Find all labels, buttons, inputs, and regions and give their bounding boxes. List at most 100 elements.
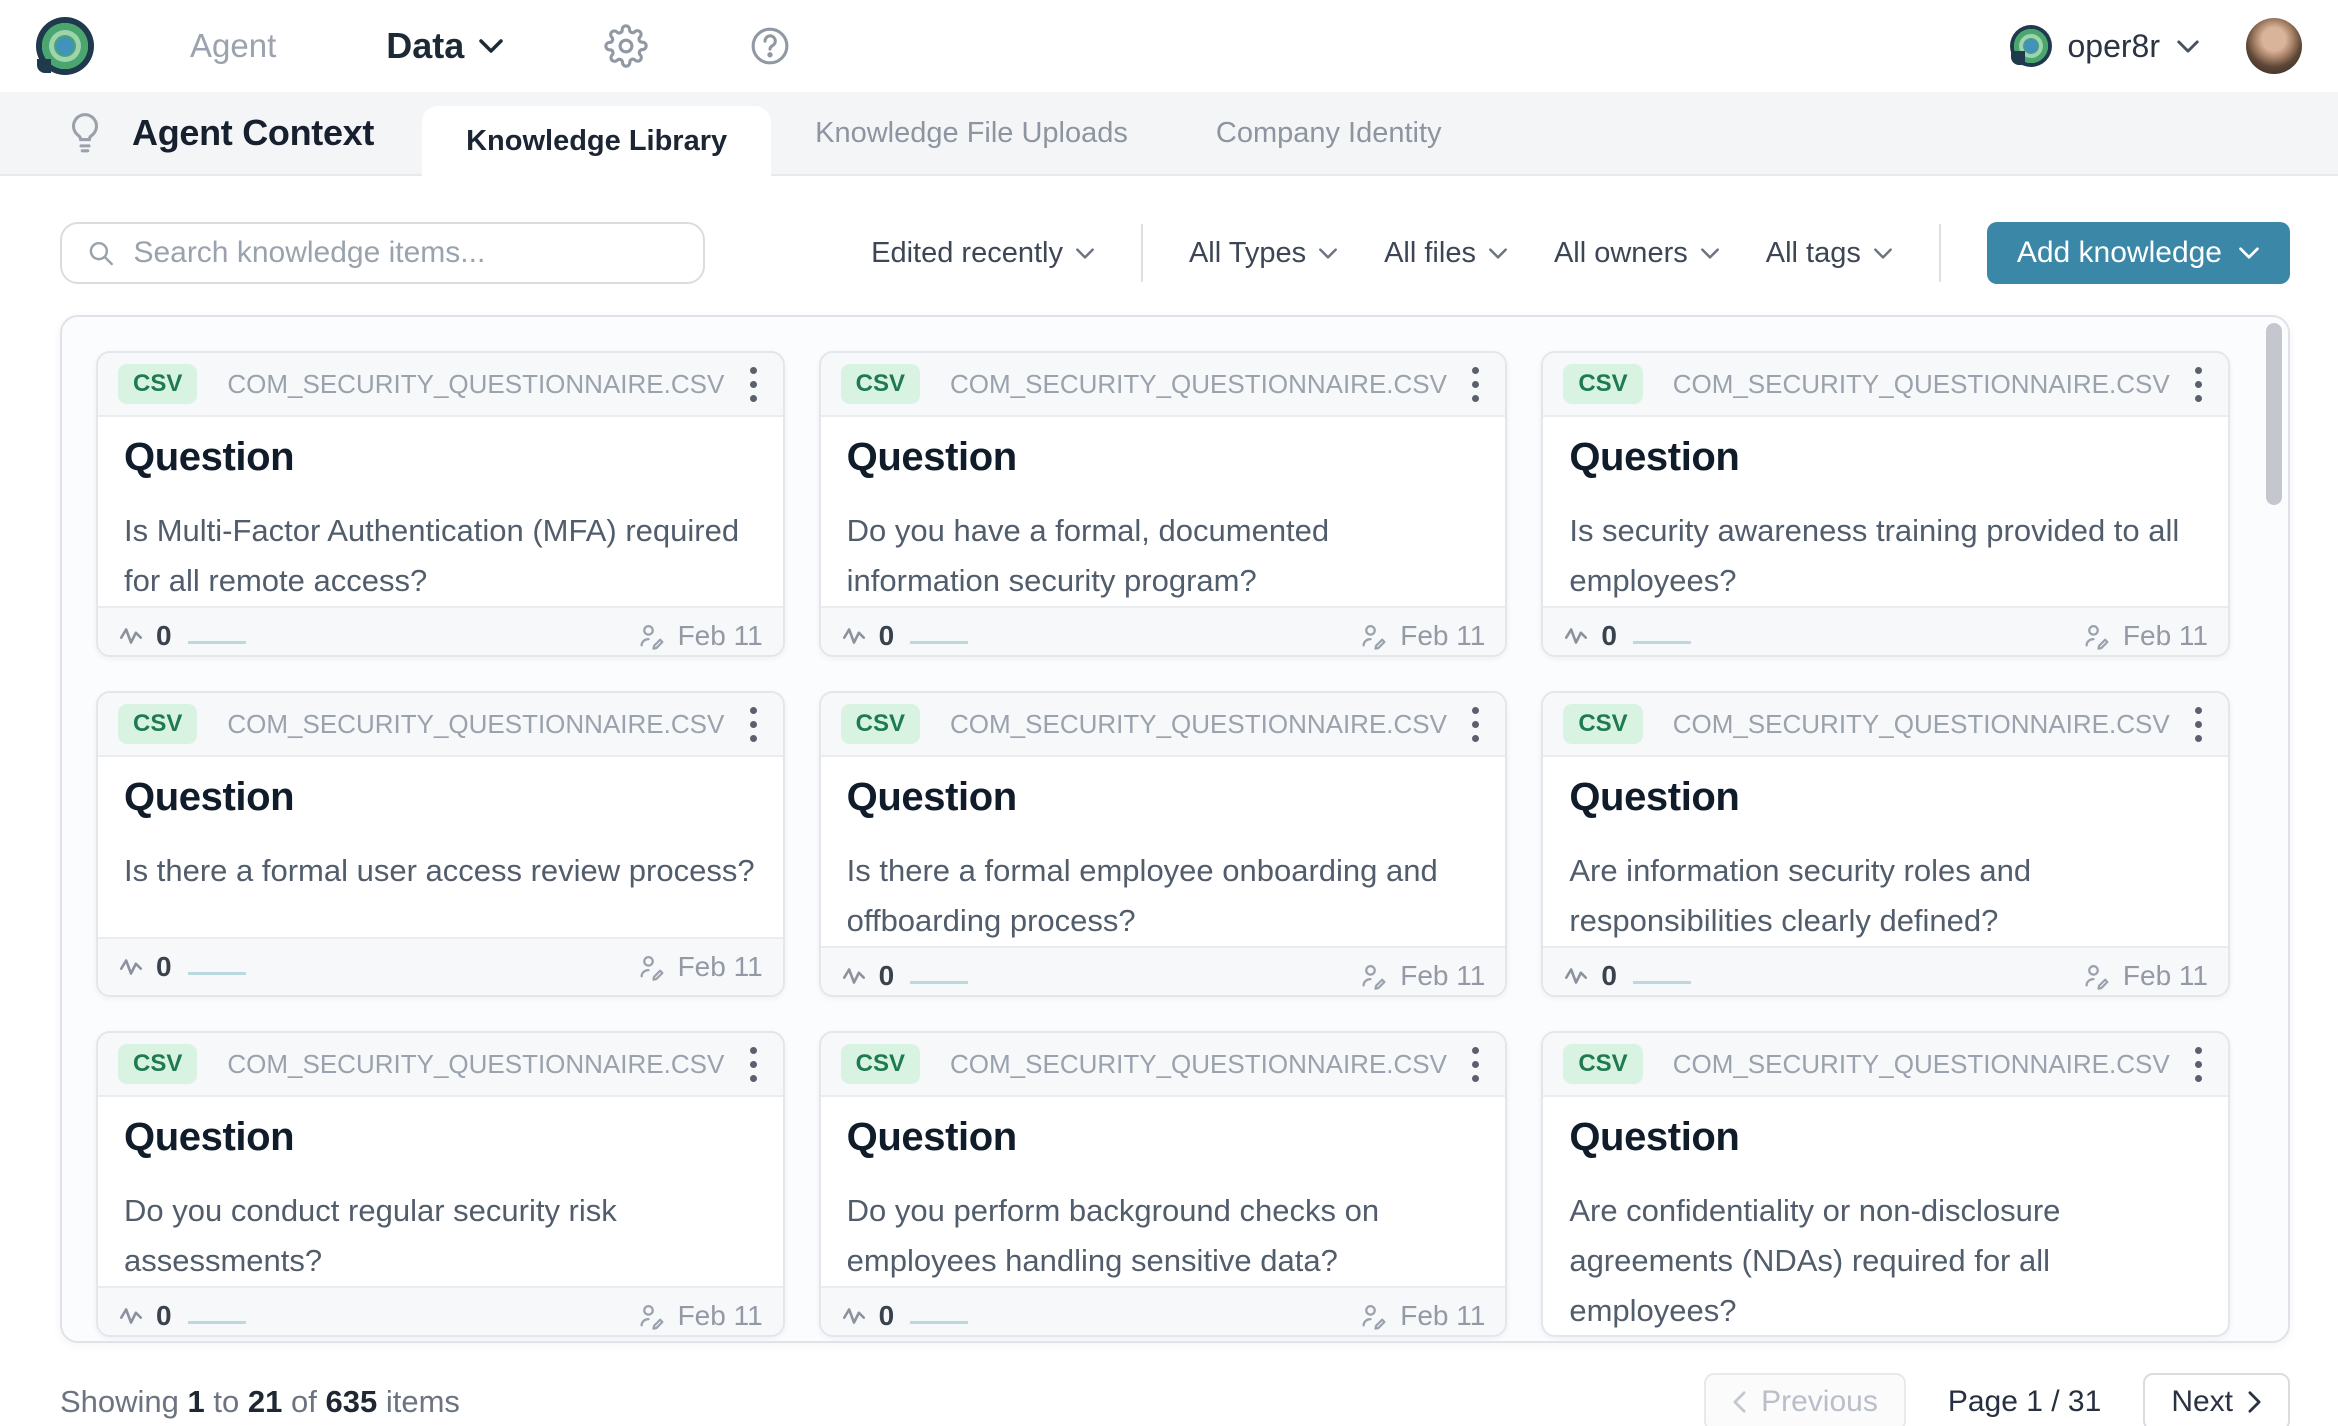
- mini-sparkline: [910, 628, 968, 644]
- card-date: Feb 11: [2123, 620, 2208, 652]
- knowledge-card[interactable]: CSV COM_SECURITY_QUESTIONNAIRE.CSV Quest…: [819, 1031, 1508, 1337]
- card-filename: COM_SECURITY_QUESTIONNAIRE.CSV: [227, 1049, 743, 1080]
- search-input[interactable]: [133, 236, 679, 270]
- activity-icon: [1563, 963, 1589, 989]
- card-filename: COM_SECURITY_QUESTIONNAIRE.CSV: [950, 709, 1466, 740]
- card-question-text: Are confidentiality or non-disclosure ag…: [1569, 1186, 2202, 1336]
- chevron-down-icon: [478, 38, 504, 54]
- mini-sparkline: [188, 959, 246, 975]
- nav-data-menu[interactable]: Data: [386, 25, 504, 67]
- filter-owners-dropdown[interactable]: All owners: [1554, 237, 1720, 270]
- card-menu-button[interactable]: [2189, 359, 2208, 410]
- card-header: CSV COM_SECURITY_QUESTIONNAIRE.CSV: [1543, 693, 2228, 757]
- mini-sparkline: [910, 968, 968, 984]
- mini-sparkline: [188, 628, 246, 644]
- file-type-badge: CSV: [841, 1044, 920, 1084]
- knowledge-card[interactable]: CSV COM_SECURITY_QUESTIONNAIRE.CSV Quest…: [1541, 691, 2230, 997]
- knowledge-card[interactable]: CSV COM_SECURITY_QUESTIONNAIRE.CSV Quest…: [1541, 1031, 2230, 1337]
- lightbulb-icon: [66, 110, 104, 156]
- card-footer: 0 Feb 11: [1543, 1336, 2228, 1337]
- card-filename: COM_SECURITY_QUESTIONNAIRE.CSV: [227, 369, 743, 400]
- knowledge-card[interactable]: CSV COM_SECURITY_QUESTIONNAIRE.CSV Quest…: [96, 1031, 785, 1337]
- bottom-bar: Showing 1 to 21 of 635 items Previous Pa…: [0, 1343, 2338, 1426]
- knowledge-card-board: CSV COM_SECURITY_QUESTIONNAIRE.CSV Quest…: [60, 315, 2290, 1343]
- activity-icon: [118, 1303, 144, 1329]
- knowledge-card[interactable]: CSV COM_SECURITY_QUESTIONNAIRE.CSV Quest…: [819, 691, 1508, 997]
- card-date: Feb 11: [1400, 620, 1485, 652]
- card-header: CSV COM_SECURITY_QUESTIONNAIRE.CSV: [98, 693, 783, 757]
- card-menu-button[interactable]: [744, 1039, 763, 1090]
- scrollbar-track[interactable]: [2266, 323, 2282, 1335]
- activity-icon: [118, 954, 144, 980]
- tab-knowledge-file-uploads[interactable]: Knowledge File Uploads: [771, 92, 1172, 174]
- filter-files-dropdown[interactable]: All files: [1384, 237, 1508, 270]
- org-name: oper8r: [2068, 28, 2161, 65]
- showing-total: 635: [326, 1384, 378, 1419]
- scrollbar-thumb[interactable]: [2266, 323, 2282, 505]
- knowledge-card[interactable]: CSV COM_SECURITY_QUESTIONNAIRE.CSV Quest…: [1541, 351, 2230, 657]
- add-knowledge-button[interactable]: Add knowledge: [1987, 222, 2290, 284]
- card-header: CSV COM_SECURITY_QUESTIONNAIRE.CSV: [1543, 1033, 2228, 1097]
- tab-company-identity[interactable]: Company Identity: [1172, 92, 1486, 174]
- card-menu-button[interactable]: [744, 699, 763, 750]
- user-edit-icon: [2081, 961, 2111, 991]
- card-menu-button[interactable]: [2189, 699, 2208, 750]
- card-title: Question: [124, 775, 757, 820]
- card-menu-button[interactable]: [2189, 1039, 2208, 1090]
- card-menu-button[interactable]: [1466, 359, 1485, 410]
- card-question-text: Do you have a formal, documented informa…: [847, 506, 1480, 606]
- card-menu-button[interactable]: [1466, 699, 1485, 750]
- card-question-text: Is there a formal employee onboarding an…: [847, 846, 1480, 946]
- card-filename: COM_SECURITY_QUESTIONNAIRE.CSV: [950, 1049, 1466, 1080]
- knowledge-card[interactable]: CSV COM_SECURITY_QUESTIONNAIRE.CSV Quest…: [96, 351, 785, 657]
- knowledge-card[interactable]: CSV COM_SECURITY_QUESTIONNAIRE.CSV Quest…: [819, 351, 1508, 657]
- card-header: CSV COM_SECURITY_QUESTIONNAIRE.CSV: [1543, 353, 2228, 417]
- card-date: Feb 11: [1400, 1300, 1485, 1332]
- card-footer: 0 Feb 11: [98, 937, 783, 995]
- org-logo-icon: [2010, 25, 2052, 67]
- sort-dropdown[interactable]: Edited recently: [871, 237, 1095, 270]
- user-edit-icon: [1358, 961, 1388, 991]
- card-title: Question: [847, 1115, 1480, 1160]
- help-button[interactable]: [748, 24, 792, 68]
- card-title: Question: [124, 1115, 757, 1160]
- activity-icon: [841, 1303, 867, 1329]
- card-body: Question Do you conduct regular security…: [98, 1097, 783, 1286]
- filter-types-dropdown[interactable]: All Types: [1189, 237, 1338, 270]
- card-header: CSV COM_SECURITY_QUESTIONNAIRE.CSV: [821, 353, 1506, 417]
- card-body: Question Is there a formal employee onbo…: [821, 757, 1506, 946]
- card-menu-button[interactable]: [744, 359, 763, 410]
- card-body: Question Are confidentiality or non-disc…: [1543, 1097, 2228, 1336]
- card-body: Question Is there a formal user access r…: [98, 757, 783, 937]
- showing-summary: Showing 1 to 21 of 635 items: [60, 1384, 460, 1420]
- card-filename: COM_SECURITY_QUESTIONNAIRE.CSV: [1673, 1049, 2189, 1080]
- next-page-button[interactable]: Next: [2143, 1373, 2290, 1426]
- page-title: Agent Context: [132, 112, 374, 154]
- showing-to: 21: [248, 1384, 282, 1419]
- org-switcher[interactable]: oper8r: [2010, 25, 2201, 67]
- settings-button[interactable]: [604, 24, 648, 68]
- chevron-left-icon: [1732, 1390, 1747, 1414]
- card-question-text: Is security awareness training provided …: [1569, 506, 2202, 606]
- knowledge-card[interactable]: CSV COM_SECURITY_QUESTIONNAIRE.CSV Quest…: [96, 691, 785, 997]
- divider: [1939, 224, 1941, 282]
- usage-count: 0: [156, 620, 172, 652]
- card-filename: COM_SECURITY_QUESTIONNAIRE.CSV: [1673, 369, 2189, 400]
- search-box[interactable]: [60, 222, 705, 284]
- user-edit-icon: [1358, 621, 1388, 651]
- mini-sparkline: [1633, 968, 1691, 984]
- card-footer: 0 Feb 11: [821, 946, 1506, 997]
- previous-page-button[interactable]: Previous: [1704, 1373, 1906, 1426]
- mini-sparkline: [1633, 628, 1691, 644]
- card-footer: 0 Feb 11: [821, 1286, 1506, 1337]
- activity-icon: [841, 623, 867, 649]
- app-label: Agent: [190, 27, 276, 65]
- app-logo-icon[interactable]: [36, 17, 94, 75]
- file-type-badge: CSV: [118, 1044, 197, 1084]
- user-avatar[interactable]: [2246, 18, 2302, 74]
- card-header: CSV COM_SECURITY_QUESTIONNAIRE.CSV: [98, 353, 783, 417]
- filter-tags-dropdown[interactable]: All tags: [1766, 237, 1893, 270]
- chevron-down-icon: [1318, 247, 1338, 260]
- tab-knowledge-library[interactable]: Knowledge Library: [422, 106, 771, 176]
- card-menu-button[interactable]: [1466, 1039, 1485, 1090]
